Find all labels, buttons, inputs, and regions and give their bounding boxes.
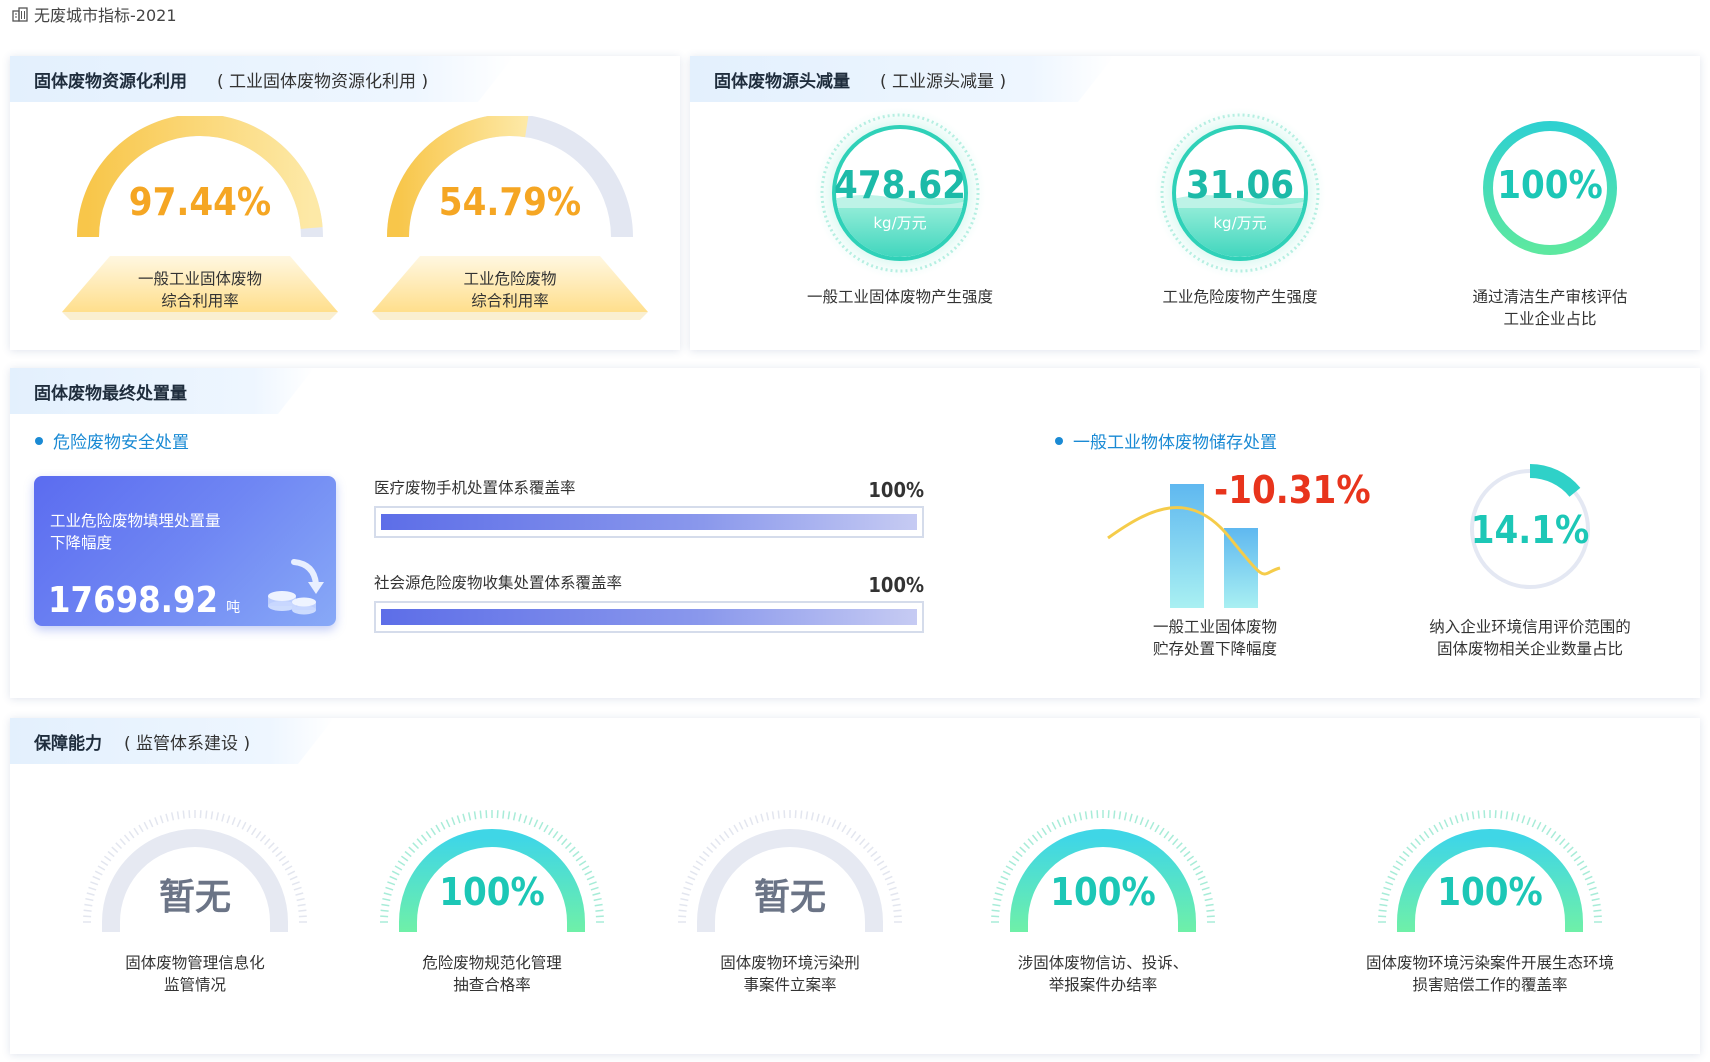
gauge-label-line2: 综合利用率 xyxy=(471,292,549,310)
coins-down-icon xyxy=(268,559,324,615)
gauge-label-line1: 涉固体废物信访、投诉、 xyxy=(1017,954,1189,972)
building-icon xyxy=(12,7,28,22)
guarantee-gauge: 暂无 固体废物环境污染刑 事案件立案率 xyxy=(660,800,920,1040)
bar-value: 100% xyxy=(868,573,924,597)
resource-card-title: 固体废物资源化利用 xyxy=(34,71,187,92)
bubble-value: 478.62 xyxy=(834,163,966,207)
gauge-label-line1: 固体废物管理信息化 xyxy=(125,954,265,972)
disposal-card-title: 固体废物最终处置量 xyxy=(34,383,187,404)
box-title-line2: 下降幅度 xyxy=(50,534,113,552)
storage-bar-before xyxy=(1170,484,1204,608)
cleaner-production-ring: 100% 通过清洁生产审核评估 工业企业占比 xyxy=(1400,108,1700,348)
gauge-label-line1: 工业危险废物 xyxy=(463,270,557,288)
guarantee-card-header: 保障能力 ( 监管体系建设 ) xyxy=(10,718,334,764)
hazardous-section-label: 危险废物安全处置 xyxy=(53,433,189,453)
guarantee-gauge: 暂无 固体废物管理信息化 监管情况 xyxy=(65,800,325,1040)
bubble-unit: kg/万元 xyxy=(1213,214,1267,232)
gauge-label-line2: 事案件立案率 xyxy=(743,976,837,994)
storage-bar-after xyxy=(1224,528,1258,608)
bubble-label-line1: 一般工业固体废物产生强度 xyxy=(806,288,993,306)
gauge-label-line1: 一般工业固体废物 xyxy=(137,270,262,288)
ring-arc xyxy=(1529,464,1581,497)
source-card-title: 固体废物源头减量 xyxy=(714,71,850,92)
page-title-text: 无废城市指标-2021 xyxy=(34,6,177,25)
ring-label-line1: 纳入企业环境信用评价范围的 xyxy=(1429,618,1631,636)
storage-label-line1: 一般工业固体废物 xyxy=(1152,618,1277,636)
storage-change-value: -10.31% xyxy=(1214,468,1371,512)
hazardous-section-title: 危险废物安全处置 xyxy=(35,428,189,453)
bar-fill xyxy=(381,514,917,530)
page-title: 无废城市指标-2021 xyxy=(12,2,177,26)
ring-label-line2: 工业企业占比 xyxy=(1503,310,1597,328)
gauge-value: 100% xyxy=(1050,870,1156,914)
gauge-label-line1: 固体废物环境污染案件开展生态环境 xyxy=(1365,954,1614,972)
source-card-subtitle: ( 工业源头减量 ) xyxy=(880,71,1007,92)
resource-card: 固体废物资源化利用 ( 工业固体废物资源化利用 ) 97.44% 一般工业固体废… xyxy=(10,56,680,350)
source-card-header: 固体废物源头减量 ( 工业源头减量 ) xyxy=(690,56,1114,102)
disposal-card-header: 固体废物最终处置量 xyxy=(10,368,314,414)
disposal-card: 固体废物最终处置量 危险废物安全处置 工业危险废物填埋处置量 下降幅度 1769… xyxy=(10,368,1700,698)
ring-value: 14.1% xyxy=(1470,508,1590,552)
gauge-value: 100% xyxy=(1437,870,1543,914)
gauge-label-line1: 危险废物规范化管理 xyxy=(422,954,562,972)
resource-card-header: 固体废物资源化利用 ( 工业固体废物资源化利用 ) xyxy=(10,56,514,102)
gauge-value: 54.79% xyxy=(438,180,582,224)
medical-waste-coverage: 医疗废物手机处置体系覆盖率 100% xyxy=(374,476,934,546)
ring-label-line1: 通过清洁生产审核评估 xyxy=(1472,288,1628,306)
intensity-bubble-general: 478.62 kg/万元 一般工业固体废物产生强度 xyxy=(750,108,1050,348)
resource-card-subtitle: ( 工业固体废物资源化利用 ) xyxy=(217,71,429,92)
bar-label: 医疗废物手机处置体系覆盖率 xyxy=(374,479,576,497)
guarantee-card-title: 保障能力 xyxy=(34,733,102,754)
gauge-label-line2: 抽查合格率 xyxy=(453,976,531,994)
source-card: 固体废物源头减量 ( 工业源头减量 ) 478.62 kg/万元 一般工业固体废… xyxy=(690,56,1700,350)
guarantee-gauge: 100% 涉固体废物信访、投诉、 举报案件办结率 xyxy=(973,800,1233,1040)
storage-reduction-widget: -10.31% 一般工业固体废物 贮存处置下降幅度 xyxy=(1090,468,1371,668)
ring-value: 100% xyxy=(1497,163,1603,207)
gauge-value: 100% xyxy=(439,870,545,914)
bubble-value: 31.06 xyxy=(1185,163,1295,207)
social-hazardous-coverage: 社会源危险废物收集处置体系覆盖率 100% xyxy=(374,571,934,641)
gauge-value: 暂无 xyxy=(158,877,231,918)
bar-value: 100% xyxy=(868,478,924,502)
gauge-label-line2: 损害赔偿工作的覆盖率 xyxy=(1412,976,1568,994)
utilization-gauge-general: 97.44% 一般工业固体废物 综合利用率 xyxy=(60,116,340,346)
utilization-gauge-hazardous: 54.79% 工业危险废物 综合利用率 xyxy=(370,116,650,346)
guarantee-card: 保障能力 ( 监管体系建设 ) 暂无 固体废物管理信息化 监管情况 100% 危… xyxy=(10,718,1700,1054)
bar-fill xyxy=(381,609,917,625)
bubble-unit: kg/万元 xyxy=(873,214,927,232)
gauge-value: 97.44% xyxy=(128,180,272,224)
storage-section-title: 一般工业物体废物储存处置 xyxy=(1055,428,1277,453)
gauge-label-line1: 固体废物环境污染刑 xyxy=(720,954,860,972)
box-title-line1: 工业危险废物填埋处置量 xyxy=(50,512,221,530)
bar-track xyxy=(374,601,924,633)
storage-section-label: 一般工业物体废物储存处置 xyxy=(1073,433,1277,453)
gauge-label-line2: 综合利用率 xyxy=(161,292,239,310)
storage-label-line2: 贮存处置下降幅度 xyxy=(1152,640,1277,658)
intensity-bubble-hazardous: 31.06 kg/万元 工业危险废物产生强度 xyxy=(1090,108,1390,348)
box-value: 17698.92 xyxy=(48,580,219,621)
guarantee-card-subtitle: ( 监管体系建设 ) xyxy=(124,733,251,754)
bar-label: 社会源危险废物收集处置体系覆盖率 xyxy=(374,574,623,592)
bubble-label-line1: 工业危险废物产生强度 xyxy=(1162,288,1318,306)
ring-label-line2: 固体废物相关企业数量占比 xyxy=(1436,640,1623,658)
gauge-value: 暂无 xyxy=(753,877,826,918)
guarantee-gauge: 100% 固体废物环境污染案件开展生态环境 损害赔偿工作的覆盖率 xyxy=(1340,800,1640,1040)
gauge-label-line2: 举报案件办结率 xyxy=(1048,976,1158,994)
gauge-label-line2: 监管情况 xyxy=(163,976,226,994)
landfill-reduction-box: 工业危险废物填埋处置量 下降幅度 17698.92 吨 xyxy=(34,476,336,626)
box-unit: 吨 xyxy=(226,600,241,616)
guarantee-gauge: 100% 危险废物规范化管理 抽查合格率 xyxy=(362,800,622,1040)
bar-track xyxy=(374,506,924,538)
credit-rating-ring: 14.1% 纳入企业环境信用评价范围的 固体废物相关企业数量占比 xyxy=(1390,464,1670,674)
